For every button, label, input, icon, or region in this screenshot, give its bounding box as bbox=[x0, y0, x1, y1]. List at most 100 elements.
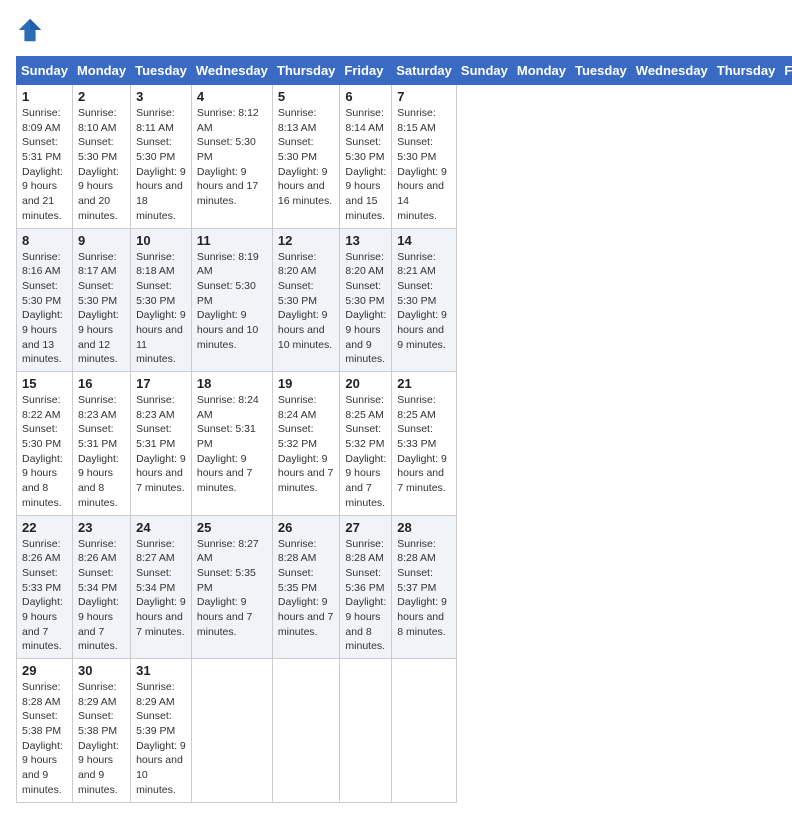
day-header-wednesday: Wednesday bbox=[631, 57, 712, 85]
day-info: Sunrise: 8:21 AMSunset: 5:30 PMDaylight:… bbox=[397, 250, 451, 353]
day-number: 23 bbox=[78, 520, 125, 535]
day-info: Sunrise: 8:24 AMSunset: 5:31 PMDaylight:… bbox=[197, 393, 267, 496]
calendar-cell: 3 Sunrise: 8:11 AMSunset: 5:30 PMDayligh… bbox=[131, 85, 192, 229]
day-info: Sunrise: 8:19 AMSunset: 5:30 PMDaylight:… bbox=[197, 250, 267, 353]
calendar-cell: 1 Sunrise: 8:09 AMSunset: 5:31 PMDayligh… bbox=[17, 85, 73, 229]
day-header-tuesday: Tuesday bbox=[131, 57, 192, 85]
day-info: Sunrise: 8:11 AMSunset: 5:30 PMDaylight:… bbox=[136, 106, 186, 224]
calendar-cell: 24 Sunrise: 8:27 AMSunset: 5:34 PMDaylig… bbox=[131, 515, 192, 659]
day-info: Sunrise: 8:23 AMSunset: 5:31 PMDaylight:… bbox=[136, 393, 186, 496]
calendar-cell: 19 Sunrise: 8:24 AMSunset: 5:32 PMDaylig… bbox=[272, 372, 340, 516]
day-info: Sunrise: 8:28 AMSunset: 5:38 PMDaylight:… bbox=[22, 680, 67, 798]
day-info: Sunrise: 8:28 AMSunset: 5:37 PMDaylight:… bbox=[397, 537, 451, 640]
day-info: Sunrise: 8:20 AMSunset: 5:30 PMDaylight:… bbox=[278, 250, 335, 353]
day-info: Sunrise: 8:14 AMSunset: 5:30 PMDaylight:… bbox=[345, 106, 386, 224]
day-number: 15 bbox=[22, 376, 67, 391]
day-number: 18 bbox=[197, 376, 267, 391]
day-number: 22 bbox=[22, 520, 67, 535]
day-info: Sunrise: 8:22 AMSunset: 5:30 PMDaylight:… bbox=[22, 393, 67, 511]
calendar-cell: 15 Sunrise: 8:22 AMSunset: 5:30 PMDaylig… bbox=[17, 372, 73, 516]
calendar-cell: 7 Sunrise: 8:15 AMSunset: 5:30 PMDayligh… bbox=[392, 85, 457, 229]
day-header-sunday: Sunday bbox=[17, 57, 73, 85]
day-number: 25 bbox=[197, 520, 267, 535]
day-number: 9 bbox=[78, 233, 125, 248]
day-info: Sunrise: 8:18 AMSunset: 5:30 PMDaylight:… bbox=[136, 250, 186, 368]
day-info: Sunrise: 8:27 AMSunset: 5:35 PMDaylight:… bbox=[197, 537, 267, 640]
day-info: Sunrise: 8:29 AMSunset: 5:39 PMDaylight:… bbox=[136, 680, 186, 798]
day-info: Sunrise: 8:12 AMSunset: 5:30 PMDaylight:… bbox=[197, 106, 267, 209]
calendar-cell bbox=[340, 659, 392, 803]
calendar-cell: 11 Sunrise: 8:19 AMSunset: 5:30 PMDaylig… bbox=[191, 228, 272, 372]
day-number: 20 bbox=[345, 376, 386, 391]
day-number: 11 bbox=[197, 233, 267, 248]
week-row-5: 29 Sunrise: 8:28 AMSunset: 5:38 PMDaylig… bbox=[17, 659, 792, 803]
day-info: Sunrise: 8:10 AMSunset: 5:30 PMDaylight:… bbox=[78, 106, 125, 224]
calendar-cell: 4 Sunrise: 8:12 AMSunset: 5:30 PMDayligh… bbox=[191, 85, 272, 229]
calendar-cell bbox=[392, 659, 457, 803]
calendar-table: SundayMondayTuesdayWednesdayThursdayFrid… bbox=[16, 56, 792, 803]
day-number: 28 bbox=[397, 520, 451, 535]
day-number: 5 bbox=[278, 89, 335, 104]
day-header-thursday: Thursday bbox=[272, 57, 340, 85]
calendar-cell: 6 Sunrise: 8:14 AMSunset: 5:30 PMDayligh… bbox=[340, 85, 392, 229]
day-header-sunday: Sunday bbox=[456, 57, 512, 85]
day-number: 8 bbox=[22, 233, 67, 248]
calendar-cell: 8 Sunrise: 8:16 AMSunset: 5:30 PMDayligh… bbox=[17, 228, 73, 372]
calendar-cell: 5 Sunrise: 8:13 AMSunset: 5:30 PMDayligh… bbox=[272, 85, 340, 229]
day-number: 1 bbox=[22, 89, 67, 104]
day-info: Sunrise: 8:20 AMSunset: 5:30 PMDaylight:… bbox=[345, 250, 386, 368]
week-row-4: 22 Sunrise: 8:26 AMSunset: 5:33 PMDaylig… bbox=[17, 515, 792, 659]
calendar-cell bbox=[191, 659, 272, 803]
calendar-cell: 28 Sunrise: 8:28 AMSunset: 5:37 PMDaylig… bbox=[392, 515, 457, 659]
calendar-cell: 16 Sunrise: 8:23 AMSunset: 5:31 PMDaylig… bbox=[72, 372, 130, 516]
calendar-cell: 29 Sunrise: 8:28 AMSunset: 5:38 PMDaylig… bbox=[17, 659, 73, 803]
calendar-cell: 12 Sunrise: 8:20 AMSunset: 5:30 PMDaylig… bbox=[272, 228, 340, 372]
day-number: 2 bbox=[78, 89, 125, 104]
day-number: 29 bbox=[22, 663, 67, 678]
calendar-cell: 23 Sunrise: 8:26 AMSunset: 5:34 PMDaylig… bbox=[72, 515, 130, 659]
day-header-monday: Monday bbox=[512, 57, 570, 85]
day-number: 30 bbox=[78, 663, 125, 678]
day-info: Sunrise: 8:25 AMSunset: 5:32 PMDaylight:… bbox=[345, 393, 386, 511]
day-info: Sunrise: 8:28 AMSunset: 5:35 PMDaylight:… bbox=[278, 537, 335, 640]
calendar-header-row: SundayMondayTuesdayWednesdayThursdayFrid… bbox=[17, 57, 792, 85]
day-info: Sunrise: 8:15 AMSunset: 5:30 PMDaylight:… bbox=[397, 106, 451, 224]
day-number: 16 bbox=[78, 376, 125, 391]
week-row-2: 8 Sunrise: 8:16 AMSunset: 5:30 PMDayligh… bbox=[17, 228, 792, 372]
calendar-cell: 25 Sunrise: 8:27 AMSunset: 5:35 PMDaylig… bbox=[191, 515, 272, 659]
day-info: Sunrise: 8:16 AMSunset: 5:30 PMDaylight:… bbox=[22, 250, 67, 368]
day-number: 6 bbox=[345, 89, 386, 104]
day-header-friday: Friday bbox=[340, 57, 392, 85]
calendar-cell: 17 Sunrise: 8:23 AMSunset: 5:31 PMDaylig… bbox=[131, 372, 192, 516]
day-info: Sunrise: 8:29 AMSunset: 5:38 PMDaylight:… bbox=[78, 680, 125, 798]
day-info: Sunrise: 8:09 AMSunset: 5:31 PMDaylight:… bbox=[22, 106, 67, 224]
calendar-cell: 9 Sunrise: 8:17 AMSunset: 5:30 PMDayligh… bbox=[72, 228, 130, 372]
day-info: Sunrise: 8:24 AMSunset: 5:32 PMDaylight:… bbox=[278, 393, 335, 496]
day-number: 4 bbox=[197, 89, 267, 104]
day-number: 26 bbox=[278, 520, 335, 535]
day-header-tuesday: Tuesday bbox=[571, 57, 632, 85]
calendar-cell: 20 Sunrise: 8:25 AMSunset: 5:32 PMDaylig… bbox=[340, 372, 392, 516]
calendar-cell: 18 Sunrise: 8:24 AMSunset: 5:31 PMDaylig… bbox=[191, 372, 272, 516]
calendar-cell: 26 Sunrise: 8:28 AMSunset: 5:35 PMDaylig… bbox=[272, 515, 340, 659]
day-number: 27 bbox=[345, 520, 386, 535]
day-number: 19 bbox=[278, 376, 335, 391]
day-header-monday: Monday bbox=[72, 57, 130, 85]
page-header bbox=[16, 16, 776, 44]
day-info: Sunrise: 8:17 AMSunset: 5:30 PMDaylight:… bbox=[78, 250, 125, 368]
week-row-3: 15 Sunrise: 8:22 AMSunset: 5:30 PMDaylig… bbox=[17, 372, 792, 516]
day-info: Sunrise: 8:13 AMSunset: 5:30 PMDaylight:… bbox=[278, 106, 335, 209]
day-number: 14 bbox=[397, 233, 451, 248]
day-header-saturday: Saturday bbox=[392, 57, 457, 85]
day-number: 24 bbox=[136, 520, 186, 535]
day-info: Sunrise: 8:28 AMSunset: 5:36 PMDaylight:… bbox=[345, 537, 386, 655]
calendar-cell: 10 Sunrise: 8:18 AMSunset: 5:30 PMDaylig… bbox=[131, 228, 192, 372]
day-info: Sunrise: 8:23 AMSunset: 5:31 PMDaylight:… bbox=[78, 393, 125, 511]
day-number: 21 bbox=[397, 376, 451, 391]
calendar-cell: 31 Sunrise: 8:29 AMSunset: 5:39 PMDaylig… bbox=[131, 659, 192, 803]
day-number: 17 bbox=[136, 376, 186, 391]
day-info: Sunrise: 8:26 AMSunset: 5:33 PMDaylight:… bbox=[22, 537, 67, 655]
calendar-cell bbox=[272, 659, 340, 803]
calendar-cell: 27 Sunrise: 8:28 AMSunset: 5:36 PMDaylig… bbox=[340, 515, 392, 659]
day-number: 3 bbox=[136, 89, 186, 104]
